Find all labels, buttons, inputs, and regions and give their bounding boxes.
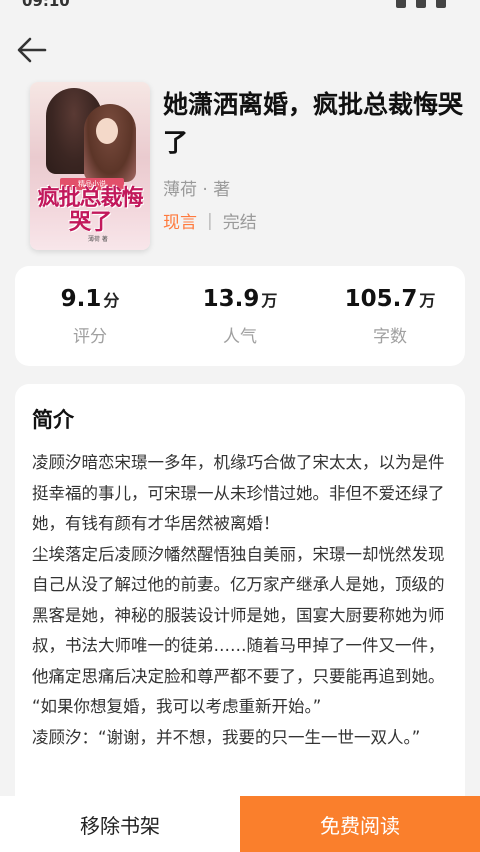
book-tags: 现言 | 完结 — [163, 208, 257, 234]
book-cover[interactable]: 精品小说 疯批总裁悔哭了 薄荷 著 — [30, 82, 150, 250]
book-header: 精品小说 疯批总裁悔哭了 薄荷 著 她潇洒离婚，疯批总裁悔哭了 薄荷 · 著 现… — [0, 80, 480, 255]
book-title: 她潇洒离婚，疯批总裁悔哭了 — [163, 90, 464, 157]
intro-text: 凌顾汐暗恋宋璟一多年，机缘巧合做了宋太太，以为是件挺幸福的事儿，可宋璟一从未珍惜… — [32, 448, 452, 753]
stat-unit: 万 — [419, 291, 436, 310]
status-bar: 09:10 — [0, 0, 480, 14]
genre-tag[interactable]: 现言 — [163, 208, 197, 233]
status-time: 09:10 — [22, 0, 70, 10]
free-read-button[interactable]: 免费阅读 — [240, 796, 480, 852]
battery-icon — [436, 0, 446, 8]
status-tag: 完结 — [222, 213, 257, 233]
intro-paragraph: 凌顾汐：“谢谢，并不想，我要的只一生一世一双人。” — [32, 727, 421, 747]
stat-unit: 分 — [103, 291, 120, 310]
stat-unit: 万 — [261, 291, 278, 310]
stat-value: 13.9 — [202, 286, 260, 312]
signal-icon — [396, 0, 406, 8]
cover-face — [96, 118, 118, 144]
bottom-action-bar: 移除书架 免费阅读 — [0, 796, 480, 852]
stat-value: 9.1 — [60, 286, 102, 312]
stat-label: 字数 — [373, 327, 407, 347]
stat-label: 人气 — [223, 327, 257, 347]
tag-separator: | — [207, 210, 213, 231]
stat-rating: 9.1 分 评分 — [15, 286, 165, 347]
cover-author: 薄荷 著 — [88, 236, 108, 243]
status-icons — [396, 0, 446, 8]
stat-label: 评分 — [73, 327, 107, 347]
stats-card: 9.1 分 评分 13.9 万 人气 105.7 万 字数 — [15, 266, 465, 366]
back-button[interactable] — [14, 32, 50, 68]
stat-popularity: 13.9 万 人气 — [165, 286, 315, 347]
intro-paragraph: 凌顾汐暗恋宋璟一多年，机缘巧合做了宋太太，以为是件挺幸福的事儿，可宋璟一从未珍惜… — [32, 453, 445, 533]
book-author: 薄荷 · 著 — [163, 180, 231, 200]
intro-heading: 简介 — [32, 408, 74, 432]
stat-value: 105.7 — [344, 286, 418, 312]
remove-from-shelf-button[interactable]: 移除书架 — [0, 796, 240, 852]
intro-paragraph: 尘埃落定后凌顾汐幡然醒悟独自美丽，宋璟一却恍然发现自己从没了解过他的前妻。亿万家… — [32, 544, 445, 686]
stat-word-count: 105.7 万 字数 — [315, 286, 465, 347]
cover-title: 疯批总裁悔哭了 — [37, 185, 143, 235]
intro-card: 简介 凌顾汐暗恋宋璟一多年，机缘巧合做了宋太太，以为是件挺幸福的事儿，可宋璟一从… — [15, 384, 465, 852]
wifi-icon — [416, 0, 426, 8]
back-arrow-icon — [17, 37, 47, 63]
intro-paragraph: “如果你想复婚，我可以考虑重新开始。” — [32, 697, 322, 716]
